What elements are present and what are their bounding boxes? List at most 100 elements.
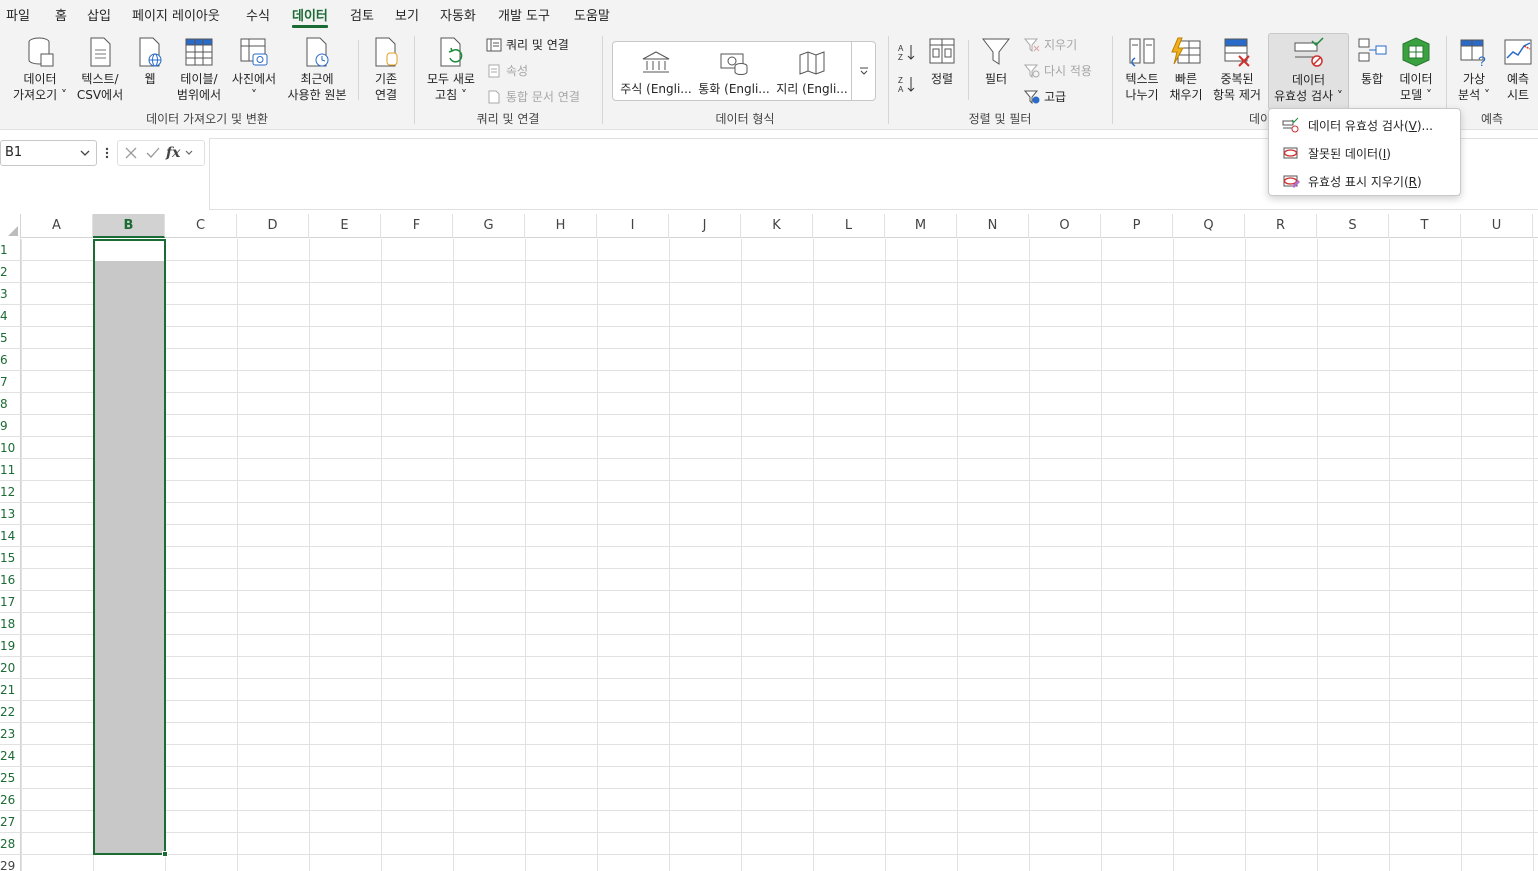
row-header-10[interactable]: 10 xyxy=(0,437,21,459)
select-all-button[interactable] xyxy=(0,214,21,238)
text-to-columns-button[interactable]: 텍스트 나누기 xyxy=(1120,36,1164,103)
column-header-u[interactable]: U xyxy=(1461,214,1533,238)
row-header-16[interactable]: 16 xyxy=(0,569,21,591)
row-header-19[interactable]: 19 xyxy=(0,635,21,657)
existing-connections-button[interactable]: 기존 연결 xyxy=(366,36,406,103)
row-header-4[interactable]: 4 xyxy=(0,305,21,327)
column-header-e[interactable]: E xyxy=(309,214,381,238)
clear-filter-button[interactable]: 지우기 xyxy=(1024,37,1077,53)
menu-item-circle-invalid-data[interactable]: 잘못된 데이터(I) xyxy=(1269,140,1460,166)
row-header-12[interactable]: 12 xyxy=(0,481,21,503)
consolidate-button[interactable]: 통합 xyxy=(1354,36,1390,87)
web-button[interactable]: 웹 xyxy=(133,36,167,87)
column-header-d[interactable]: D xyxy=(237,214,309,238)
column-header-a[interactable]: A xyxy=(21,214,93,238)
row-header-26[interactable]: 26 xyxy=(0,789,21,811)
advanced-filter-button[interactable]: 고급 xyxy=(1024,89,1066,105)
column-header-n[interactable]: N xyxy=(957,214,1029,238)
name-box[interactable]: B1 xyxy=(0,140,97,166)
column-header-p[interactable]: P xyxy=(1101,214,1173,238)
forecast-sheet-button[interactable]: 예측 시트 xyxy=(1500,36,1536,103)
chevron-down-icon[interactable] xyxy=(184,148,194,158)
column-header-s[interactable]: S xyxy=(1317,214,1389,238)
tab-data[interactable]: 데이터 xyxy=(292,5,328,28)
column-header-g[interactable]: G xyxy=(453,214,525,238)
sort-az-button[interactable]: AZ xyxy=(896,42,918,66)
sort-za-button[interactable]: ZA xyxy=(896,74,918,98)
row-header-25[interactable]: 25 xyxy=(0,767,21,789)
data-validation-button[interactable]: 데이터 유효성 검사 ˅ xyxy=(1268,33,1349,110)
row-header-27[interactable]: 27 xyxy=(0,811,21,833)
row-header-13[interactable]: 13 xyxy=(0,503,21,525)
column-header-l[interactable]: L xyxy=(813,214,885,238)
filter-button[interactable]: 필터 xyxy=(978,36,1014,87)
cancel-icon[interactable] xyxy=(122,144,140,162)
data-model-button[interactable]: 데이터 모델 ˅ xyxy=(1394,36,1438,103)
row-header-14[interactable]: 14 xyxy=(0,525,21,547)
column-header-m[interactable]: M xyxy=(885,214,957,238)
row-header-9[interactable]: 9 xyxy=(0,415,21,437)
row-header-15[interactable]: 15 xyxy=(0,547,21,569)
what-if-analysis-button[interactable]: ? 가상 분석 ˅ xyxy=(1452,36,1496,103)
reapply-button[interactable]: 다시 적용 xyxy=(1024,63,1092,79)
properties-button[interactable]: 속성 xyxy=(486,63,528,79)
flash-fill-button[interactable]: 빠른 채우기 xyxy=(1166,36,1206,103)
column-header-b[interactable]: B xyxy=(93,214,165,238)
column-header-i[interactable]: I xyxy=(597,214,669,238)
row-header-7[interactable]: 7 xyxy=(0,371,21,393)
remove-duplicates-button[interactable]: 중복된 항목 제거 xyxy=(1208,36,1266,103)
row-header-24[interactable]: 24 xyxy=(0,745,21,767)
tab-page-layout[interactable]: 페이지 레이아웃 xyxy=(132,5,220,24)
column-header-t[interactable]: T xyxy=(1389,214,1461,238)
column-header-h[interactable]: H xyxy=(525,214,597,238)
selected-range[interactable] xyxy=(93,239,168,857)
refresh-all-button[interactable]: 모두 새로 고침 ˅ xyxy=(422,36,480,103)
row-header-3[interactable]: 3 xyxy=(0,283,21,305)
row-header-23[interactable]: 23 xyxy=(0,723,21,745)
edit-links-button[interactable]: 통합 문서 연결 xyxy=(486,89,580,105)
column-header-c[interactable]: C xyxy=(165,214,237,238)
row-header-28[interactable]: 28 xyxy=(0,833,21,855)
tab-formulas[interactable]: 수식 xyxy=(246,5,270,24)
tab-insert[interactable]: 삽입 xyxy=(87,5,111,24)
table-range-button[interactable]: 테이블/ 범위에서 xyxy=(174,36,224,103)
tab-home[interactable]: 홈 xyxy=(55,5,67,24)
queries-connections-button[interactable]: 쿼리 및 연결 xyxy=(486,37,569,53)
row-header-29[interactable]: 29 xyxy=(0,855,21,871)
from-picture-button[interactable]: 사진에서 ˅ xyxy=(228,36,280,103)
column-header-r[interactable]: R xyxy=(1245,214,1317,238)
row-header-11[interactable]: 11 xyxy=(0,459,21,481)
geography-button[interactable]: 지리 (Engli... xyxy=(775,50,849,97)
fill-handle[interactable] xyxy=(162,851,168,857)
row-header-20[interactable]: 20 xyxy=(0,657,21,679)
row-header-1[interactable]: 1 xyxy=(0,239,21,261)
row-header-5[interactable]: 5 xyxy=(0,327,21,349)
stocks-button[interactable]: 주식 (Engli... xyxy=(619,50,693,97)
row-header-6[interactable]: 6 xyxy=(0,349,21,371)
text-csv-button[interactable]: 텍스트/ CSV에서 xyxy=(74,36,126,103)
sort-button[interactable]: 정렬 xyxy=(924,36,960,87)
currencies-button[interactable]: 통화 (Engli... xyxy=(697,50,771,97)
column-header-f[interactable]: F xyxy=(381,214,453,238)
row-header-21[interactable]: 21 xyxy=(0,679,21,701)
tab-view[interactable]: 보기 xyxy=(395,5,419,24)
row-header-17[interactable]: 17 xyxy=(0,591,21,613)
tab-automate[interactable]: 자동화 xyxy=(440,5,476,24)
column-header-q[interactable]: Q xyxy=(1173,214,1245,238)
enter-check-icon[interactable] xyxy=(144,144,162,162)
row-header-18[interactable]: 18 xyxy=(0,613,21,635)
chevron-down-icon[interactable] xyxy=(78,146,92,160)
get-data-button[interactable]: 데이터 가져오기 ˅ xyxy=(8,36,72,103)
recent-sources-button[interactable]: 최근에 사용한 원본 xyxy=(284,36,350,103)
row-header-2[interactable]: 2 xyxy=(0,261,21,283)
gallery-more-button[interactable] xyxy=(851,42,875,100)
column-header-k[interactable]: K xyxy=(741,214,813,238)
column-header-j[interactable]: J xyxy=(669,214,741,238)
more-options-icon[interactable] xyxy=(104,146,110,160)
menu-item-data-validation[interactable]: 데이터 유효성 검사(V)... xyxy=(1269,112,1460,138)
active-cell[interactable] xyxy=(95,241,164,261)
row-header-22[interactable]: 22 xyxy=(0,701,21,723)
tab-developer[interactable]: 개발 도구 xyxy=(498,5,550,24)
insert-function-icon[interactable]: fx xyxy=(166,145,180,161)
menu-item-clear-validation-circles[interactable]: 유효성 표시 지우기(R) xyxy=(1269,168,1460,194)
